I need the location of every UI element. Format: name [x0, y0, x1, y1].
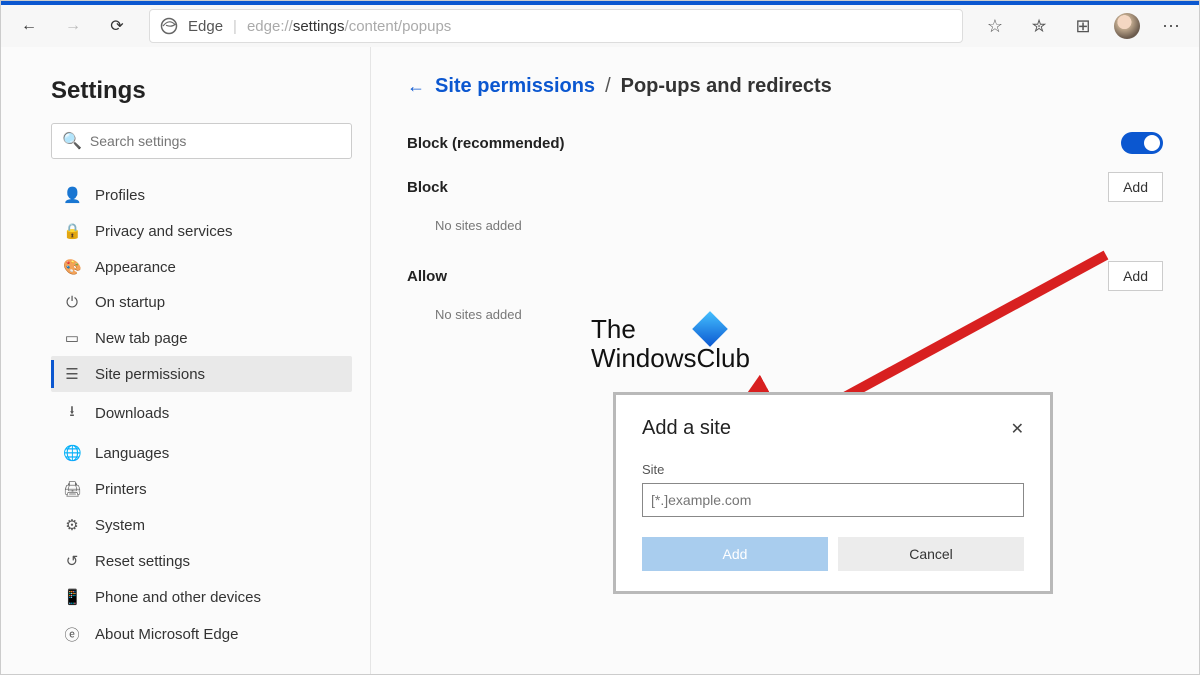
block-recommended-row: Block (recommended) [407, 126, 1163, 160]
reset-icon: ↺ [63, 552, 81, 570]
sidebar-item-appearance[interactable]: 🎨 Appearance [51, 249, 352, 285]
dialog-title: Add a site [642, 417, 731, 440]
back-button[interactable]: ← [9, 6, 49, 46]
profile-icon: 👤 [63, 186, 81, 204]
allow-section-row: Allow Add [407, 255, 1163, 297]
toolbar-right-icons: ☆ ✮ ⊞ ⋯ [975, 6, 1191, 46]
breadcrumb-current: Pop-ups and redirects [621, 75, 832, 98]
address-bar[interactable]: Edge | edge://settings/content/popups [149, 9, 963, 43]
sidebar-item-label: Phone and other devices [95, 589, 261, 606]
add-site-dialog: Add a site ✕ Site Add Cancel [613, 392, 1053, 594]
sidebar-item-sitepermissions[interactable]: ☰ Site permissions [51, 356, 352, 392]
favorites-bar-icon[interactable]: ✮ [1019, 6, 1059, 46]
content-body: Settings 🔍 👤 Profiles 🔒 Privacy and servic… [1, 47, 1199, 674]
sidebar-item-newtab[interactable]: ▭ New tab page [51, 320, 352, 356]
block-section-row: Block Add [407, 166, 1163, 208]
favorite-star-icon[interactable]: ☆ [975, 6, 1015, 46]
dialog-field-label: Site [642, 462, 1024, 477]
sidebar-item-label: New tab page [95, 330, 188, 347]
breadcrumb: ← Site permissions / Pop-ups and redirec… [407, 75, 1163, 98]
sidebar-item-reset[interactable]: ↺ Reset settings [51, 543, 352, 579]
profile-avatar[interactable] [1107, 6, 1147, 46]
sidebar-item-label: Reset settings [95, 553, 190, 570]
lock-icon: 🔒 [63, 222, 81, 240]
edge-logo-icon [160, 17, 178, 35]
more-menu-icon[interactable]: ⋯ [1151, 6, 1191, 46]
sidebar-item-phone[interactable]: 📱 Phone and other devices [51, 579, 352, 615]
refresh-button[interactable]: ⟳ [97, 6, 137, 46]
allow-empty-text: No sites added [407, 297, 1163, 344]
breadcrumb-link[interactable]: Site permissions [435, 75, 595, 98]
sidebar-item-label: Profiles [95, 187, 145, 204]
block-section-label: Block [407, 179, 448, 196]
settings-search-input[interactable] [90, 133, 341, 149]
sidebar-item-languages[interactable]: 🌐 Languages [51, 435, 352, 471]
breadcrumb-separator: / [605, 75, 611, 98]
settings-title: Settings [51, 77, 352, 105]
settings-menu: 👤 Profiles 🔒 Privacy and services 🎨 Appeara… [51, 177, 352, 654]
dialog-close-icon[interactable]: ✕ [1011, 419, 1024, 439]
block-empty-text: No sites added [407, 208, 1163, 255]
gear-icon: ⚙ [63, 516, 81, 534]
allow-section-label: Allow [407, 268, 447, 285]
browser-toolbar: ← → ⟳ Edge | edge://settings/content/pop… [1, 1, 1199, 47]
sidebar-item-printers[interactable]: 🖨 Printers [51, 471, 352, 507]
sidebar-item-label: About Microsoft Edge [95, 626, 238, 643]
download-icon: ⭳ [63, 401, 81, 426]
sidebar-item-profiles[interactable]: 👤 Profiles [51, 177, 352, 213]
sidebar-item-label: Downloads [95, 405, 169, 422]
power-icon: ⏻ [63, 294, 81, 311]
sidebar-item-label: Languages [95, 445, 169, 462]
settings-search[interactable]: 🔍 [51, 123, 352, 159]
sidebar-item-downloads[interactable]: ⭳ Downloads [51, 392, 352, 435]
sidebar-item-label: Privacy and services [95, 223, 233, 240]
sidebar-item-label: Appearance [95, 259, 176, 276]
sidebar-item-label: On startup [95, 294, 165, 311]
sidebar-item-about[interactable]: ⓔ About Microsoft Edge [51, 615, 352, 654]
breadcrumb-back-icon[interactable]: ← [407, 76, 425, 97]
address-separator: | [233, 18, 237, 35]
dialog-cancel-button[interactable]: Cancel [838, 537, 1024, 571]
settings-sidebar: Settings 🔍 👤 Profiles 🔒 Privacy and servic… [1, 47, 371, 674]
sidebar-item-system[interactable]: ⚙ System [51, 507, 352, 543]
sidebar-item-privacy[interactable]: 🔒 Privacy and services [51, 213, 352, 249]
forward-button: → [53, 6, 93, 46]
dialog-site-input[interactable] [642, 483, 1024, 517]
newtab-icon: ▭ [63, 329, 81, 347]
collections-icon[interactable]: ⊞ [1063, 6, 1103, 46]
allow-add-button[interactable]: Add [1108, 261, 1163, 291]
dialog-add-button[interactable]: Add [642, 537, 828, 571]
address-brand: Edge [188, 18, 223, 35]
phone-icon: 📱 [63, 588, 81, 606]
permissions-icon: ☰ [63, 365, 81, 383]
search-icon: 🔍 [62, 131, 82, 151]
block-add-button[interactable]: Add [1108, 172, 1163, 202]
address-url: edge://settings/content/popups [247, 18, 451, 35]
palette-icon: 🎨 [63, 258, 81, 276]
block-recommended-label: Block (recommended) [407, 135, 565, 152]
app-window: ← → ⟳ Edge | edge://settings/content/pop… [0, 0, 1200, 675]
sidebar-item-label: Site permissions [95, 366, 205, 383]
sidebar-item-label: System [95, 517, 145, 534]
sidebar-item-onstartup[interactable]: ⏻ On startup [51, 285, 352, 320]
globe-icon: 🌐 [63, 444, 81, 462]
block-toggle[interactable] [1121, 132, 1163, 154]
edge-icon: ⓔ [63, 624, 81, 645]
sidebar-item-label: Printers [95, 481, 147, 498]
printer-icon: 🖨 [63, 480, 81, 498]
